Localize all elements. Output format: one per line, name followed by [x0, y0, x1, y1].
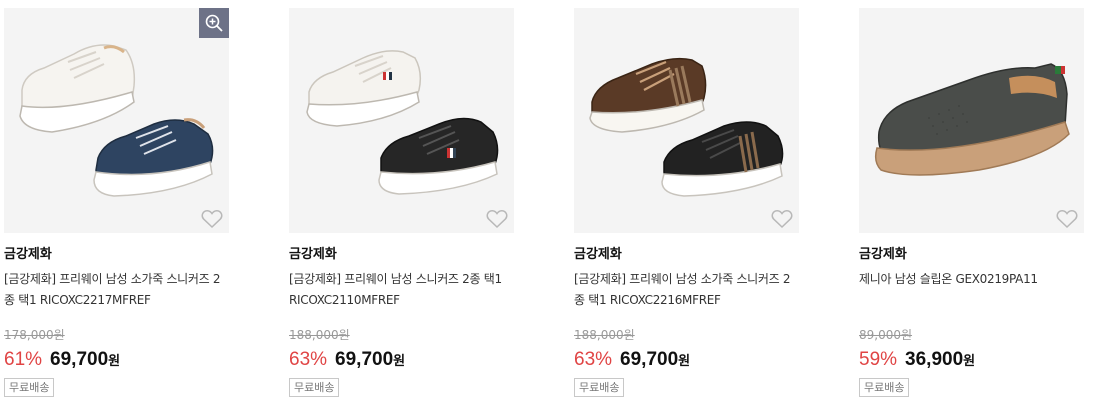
- slip-on-shoe: [874, 63, 1070, 176]
- product-title[interactable]: [금강제화] 프리웨이 남성 소가죽 스니커즈 2종 택1 RICOXC2217…: [4, 269, 229, 313]
- product-image[interactable]: [574, 8, 799, 233]
- price-row: 63% 69,700원: [574, 348, 799, 372]
- discount-rate: 63%: [574, 349, 613, 370]
- product-grid: 금강제화 [금강제화] 프리웨이 남성 소가죽 스니커즈 2종 택1 RICOX…: [0, 0, 1094, 412]
- brand-name[interactable]: 금강제화: [289, 246, 514, 264]
- product-title[interactable]: [금강제화] 프리웨이 남성 스니커즈 2종 택1 RICOXC2110MFRE…: [289, 269, 514, 313]
- sale-price: 69,700: [620, 349, 679, 370]
- shoe-image: [874, 63, 1070, 176]
- product-title[interactable]: [금강제화] 프리웨이 남성 소가죽 스니커즈 2종 택1 RICOXC2216…: [574, 269, 799, 313]
- brown-sneaker: [589, 57, 707, 133]
- heart-outline-icon[interactable]: [201, 209, 223, 229]
- heart-outline-icon[interactable]: [1056, 209, 1078, 229]
- currency-unit: 원: [963, 354, 976, 369]
- original-price: 188,000원: [289, 328, 350, 342]
- original-price: 188,000원: [574, 328, 635, 342]
- free-shipping-badge: 무료배송: [289, 378, 340, 397]
- discount-rate: 61%: [4, 349, 43, 370]
- discount-rate: 59%: [859, 349, 898, 370]
- discount-rate: 63%: [289, 349, 328, 370]
- zoom-button[interactable]: [199, 8, 229, 38]
- product-image[interactable]: [289, 8, 514, 233]
- price-row: 61% 69,700원: [4, 348, 229, 372]
- white-sneaker: [19, 44, 136, 133]
- sale-price: 69,700: [50, 349, 109, 370]
- product-card[interactable]: 금강제화 [금강제화] 프리웨이 남성 소가죽 스니커즈 2종 택1 RICOX…: [4, 8, 229, 408]
- product-image[interactable]: [4, 8, 229, 233]
- currency-unit: 원: [108, 354, 121, 369]
- original-price: 89,000원: [859, 328, 913, 342]
- product-card[interactable]: 금강제화 제니아 남성 슬립온 GEX0219PA11 89,000원 59% 3…: [859, 8, 1084, 408]
- shoe-image: [306, 50, 499, 195]
- price-row: 63% 69,700원: [289, 348, 514, 372]
- free-shipping-badge: 무료배송: [859, 378, 910, 397]
- heart-outline-icon[interactable]: [771, 209, 793, 229]
- free-shipping-badge: 무료배송: [574, 378, 625, 397]
- product-title[interactable]: 제니아 남성 슬립온 GEX0219PA11: [859, 269, 1084, 313]
- currency-unit: 원: [678, 354, 691, 369]
- brand-name[interactable]: 금강제화: [574, 246, 799, 264]
- black-sneaker: [661, 121, 784, 197]
- navy-sneaker: [93, 118, 214, 197]
- white-sneaker: [306, 50, 422, 127]
- brand-name[interactable]: 금강제화: [4, 246, 229, 264]
- currency-unit: 원: [393, 354, 406, 369]
- brand-name[interactable]: 금강제화: [859, 246, 1084, 264]
- shoe-image: [589, 57, 784, 197]
- sale-price: 69,700: [335, 349, 394, 370]
- product-image[interactable]: [859, 8, 1084, 233]
- zoom-in-icon: [205, 14, 223, 32]
- sale-price: 36,900: [905, 349, 964, 370]
- free-shipping-badge: 무료배송: [4, 378, 55, 397]
- black-sneaker: [378, 117, 499, 195]
- product-card[interactable]: 금강제화 [금강제화] 프리웨이 남성 소가죽 스니커즈 2종 택1 RICOX…: [574, 8, 799, 408]
- shoe-image: [19, 44, 214, 197]
- heart-outline-icon[interactable]: [486, 209, 508, 229]
- price-row: 59% 36,900원: [859, 348, 1084, 372]
- original-price: 178,000원: [4, 328, 65, 342]
- product-card[interactable]: 금강제화 [금강제화] 프리웨이 남성 스니커즈 2종 택1 RICOXC211…: [289, 8, 514, 408]
